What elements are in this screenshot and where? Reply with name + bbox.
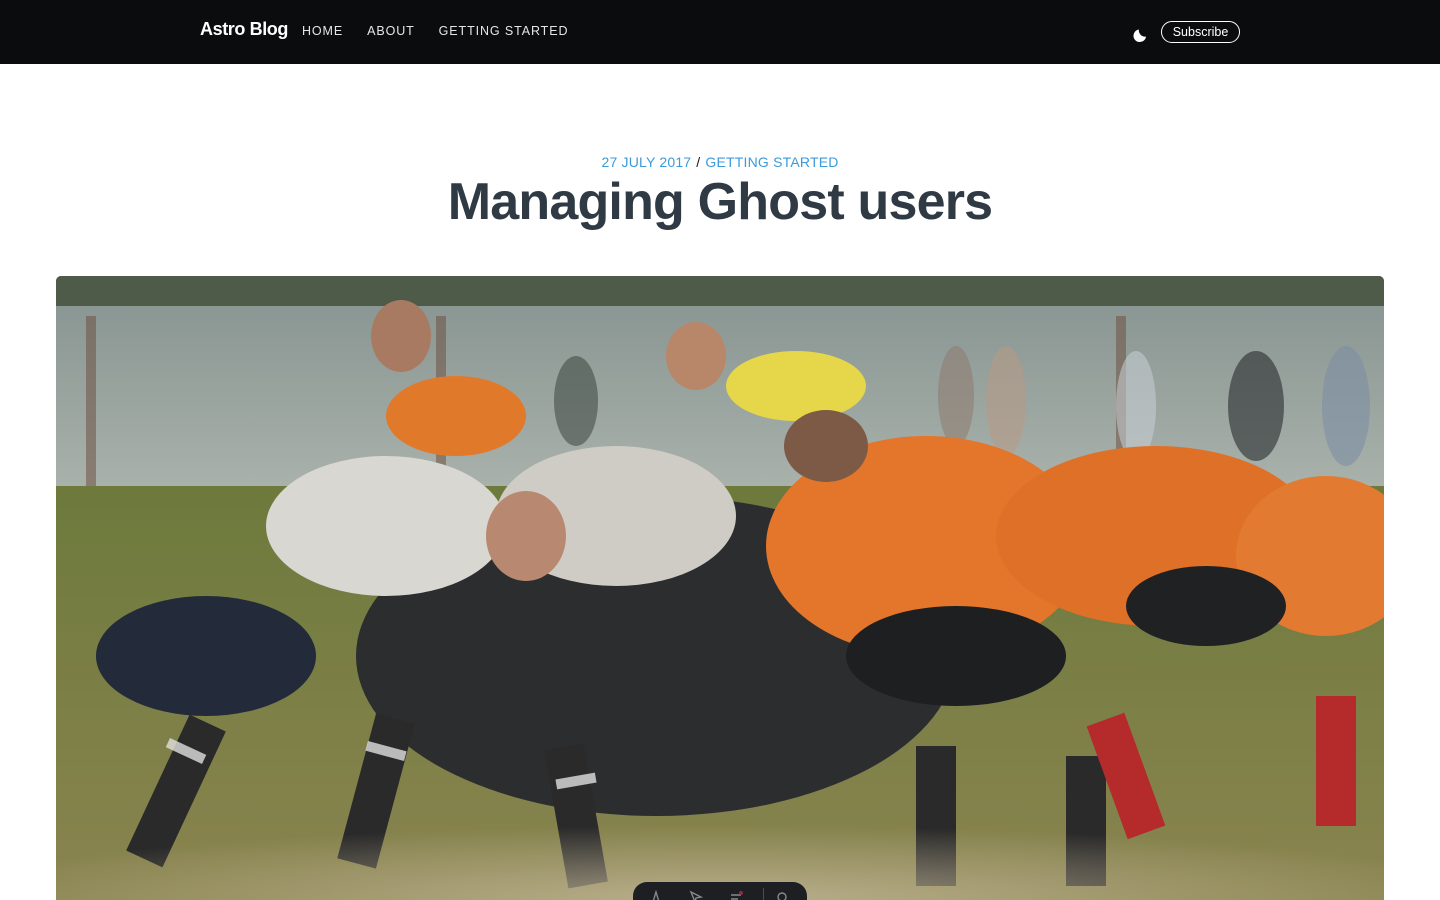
site-brand-link[interactable]: Astro Blog [200, 19, 288, 40]
post-feature-image [56, 276, 1384, 900]
nav-item-getting-started[interactable]: GETTING STARTED [439, 24, 569, 38]
astro-icon[interactable] [649, 890, 663, 900]
site-header: Astro Blog HOME ABOUT GETTING STARTED Su… [0, 0, 1440, 64]
dev-toolbar [633, 882, 807, 900]
nav-item-about[interactable]: ABOUT [367, 24, 415, 38]
moon-icon[interactable] [1131, 23, 1151, 43]
inspect-icon[interactable] [689, 890, 703, 900]
post-date: 27 JULY 2017 [601, 154, 692, 170]
meta-separator: / [696, 154, 701, 170]
toolbar-divider [763, 888, 764, 900]
audit-icon[interactable] [729, 890, 743, 900]
nav-item-home[interactable]: HOME [302, 24, 343, 38]
post-category-link[interactable]: GETTING STARTED [705, 154, 838, 170]
subscribe-button[interactable]: Subscribe [1161, 21, 1240, 43]
main-nav: HOME ABOUT GETTING STARTED [302, 24, 568, 38]
post-meta: 27 JULY 2017/GETTING STARTED [0, 154, 1440, 170]
post-title: Managing Ghost users [447, 173, 993, 231]
settings-icon[interactable] [775, 890, 789, 900]
